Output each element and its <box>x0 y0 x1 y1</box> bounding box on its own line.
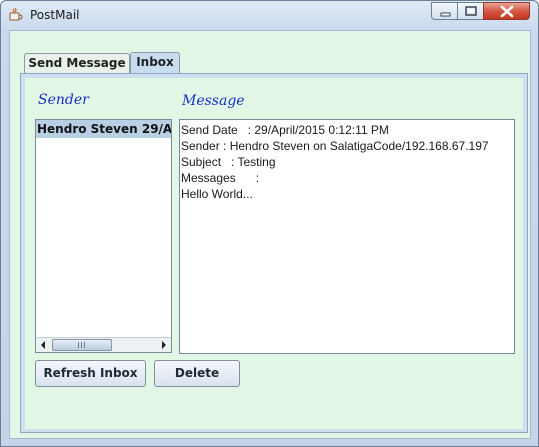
postmail-window: PostMail Send Message Inbox Sender Messa… <box>0 0 539 447</box>
refresh-inbox-button[interactable]: Refresh Inbox <box>35 360 146 387</box>
content-area: Send Message Inbox Sender Message Hendro… <box>9 30 531 439</box>
message-text-area[interactable]: Send Date : 29/April/2015 0:12:11 PM Sen… <box>179 119 515 354</box>
close-icon <box>500 5 514 18</box>
message-sender: Sender : Hendro Steven on SalatigaCode/1… <box>181 139 489 153</box>
message-messages-label: Messages : <box>181 171 260 185</box>
scrollbar-thumb[interactable] <box>52 339 112 351</box>
delete-button[interactable]: Delete <box>154 360 240 387</box>
tab-send-message[interactable]: Send Message <box>24 53 130 73</box>
message-label: Message <box>182 93 245 109</box>
minimize-button[interactable] <box>431 2 458 20</box>
sender-list[interactable]: Hendro Steven 29/April/2015 0:12:11 PM <box>35 119 172 353</box>
scroll-right-icon[interactable] <box>157 338 171 352</box>
maximize-button[interactable] <box>457 2 484 20</box>
message-subject: Subject : Testing <box>181 155 276 169</box>
java-app-icon <box>9 8 23 21</box>
message-body: Hello World... <box>181 187 253 201</box>
message-send-date: Send Date : 29/April/2015 0:12:11 PM <box>181 123 389 137</box>
title-bar[interactable]: PostMail <box>1 1 538 29</box>
minimize-icon <box>440 12 451 17</box>
sender-list-item[interactable]: Hendro Steven 29/April/2015 0:12:11 PM <box>36 120 171 138</box>
grip-icon <box>78 342 86 348</box>
maximize-icon <box>465 6 477 16</box>
horizontal-scrollbar[interactable] <box>36 337 171 352</box>
sender-label: Sender <box>38 92 89 108</box>
tab-inbox[interactable]: Inbox <box>130 52 180 74</box>
window-title: PostMail <box>30 8 80 22</box>
scroll-left-icon[interactable] <box>36 338 50 352</box>
close-button[interactable] <box>483 2 530 20</box>
